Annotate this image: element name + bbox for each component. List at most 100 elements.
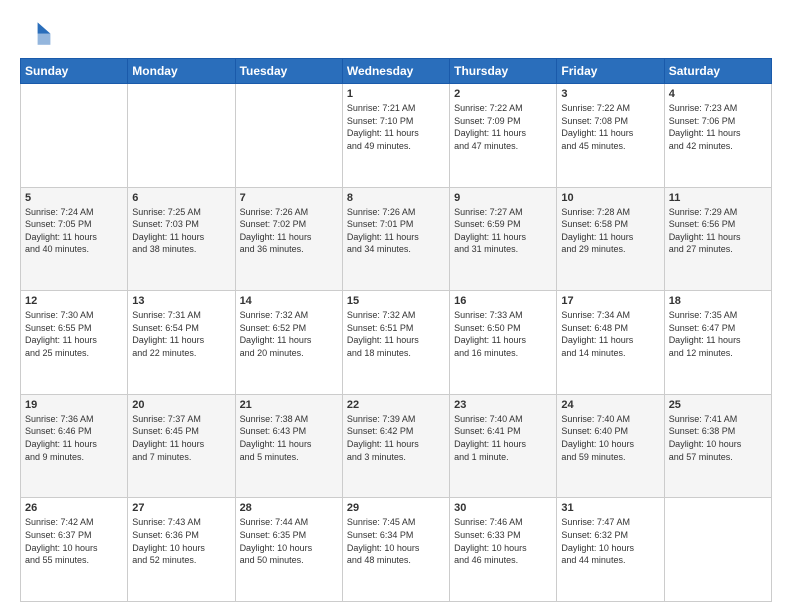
day-info: Sunrise: 7:22 AM Sunset: 7:08 PM Dayligh… [561,102,659,152]
day-number: 28 [240,502,338,514]
day-header-wednesday: Wednesday [342,59,449,84]
calendar-cell: 1Sunrise: 7:21 AM Sunset: 7:10 PM Daylig… [342,84,449,188]
calendar-week-3: 12 Sunrise: 7:30 AM Sunset: 6:55 PM Dayli… [21,291,772,395]
calendar-week-1: 1Sunrise: 7:21 AM Sunset: 7:10 PM Daylig… [21,84,772,188]
calendar-cell: 26Sunrise: 7:42 AM Sunset: 6:37 PM Dayli… [21,498,128,602]
day-info: Sunrise: 7:36 AM Sunset: 6:46 PM Dayligh… [25,413,123,463]
calendar-cell: 13Sunrise: 7:31 AM Sunset: 6:54 PM Dayli… [128,291,235,395]
day-info: Sunrise: 7:34 AM Sunset: 6:48 PM Dayligh… [561,309,659,359]
calendar-cell: 11 Sunrise: 7:29 AM Sunset: 6:56 PM Dayli… [664,187,771,291]
day-number: 12 [25,295,123,307]
calendar-cell: 27 Sunrise: 7:43 AM Sunset: 6:36 PM Dayli… [128,498,235,602]
day-number: 14 [240,295,338,307]
calendar-cell: 10 Sunrise: 7:28 AM Sunset: 6:58 PM Dayli… [557,187,664,291]
day-header-thursday: Thursday [450,59,557,84]
day-info: Sunrise: 7:35 AM Sunset: 6:47 PM Dayligh… [669,309,767,359]
calendar-cell [128,84,235,188]
day-info: Sunrise: 7:38 AM Sunset: 6:43 PM Dayligh… [240,413,338,463]
calendar-cell: 19 Sunrise: 7:36 AM Sunset: 6:46 PM Dayli… [21,394,128,498]
day-info: Sunrise: 7:41 AM Sunset: 6:38 PM Dayligh… [669,413,767,463]
day-info: Sunrise: 7:30 AM Sunset: 6:55 PM Dayligh… [25,309,123,359]
day-number: 20 [132,399,230,411]
day-info: Sunrise: 7:45 AM Sunset: 6:34 PM Dayligh… [347,516,445,566]
calendar-cell: 24 Sunrise: 7:40 AM Sunset: 6:40 PM Dayli… [557,394,664,498]
day-info: Sunrise: 7:42 AM Sunset: 6:37 PM Dayligh… [25,516,123,566]
calendar-cell: 12 Sunrise: 7:30 AM Sunset: 6:55 PM Dayli… [21,291,128,395]
day-number: 3 [561,88,659,100]
day-number: 2 [454,88,552,100]
day-number: 18 [669,295,767,307]
day-number: 9 [454,192,552,204]
header [20,16,772,48]
day-info: Sunrise: 7:37 AM Sunset: 6:45 PM Dayligh… [132,413,230,463]
day-number: 10 [561,192,659,204]
calendar-cell: 17 Sunrise: 7:34 AM Sunset: 6:48 PM Dayli… [557,291,664,395]
day-info: Sunrise: 7:25 AM Sunset: 7:03 PM Dayligh… [132,206,230,256]
day-number: 21 [240,399,338,411]
calendar-cell: 23 Sunrise: 7:40 AM Sunset: 6:41 PM Dayli… [450,394,557,498]
day-info: Sunrise: 7:44 AM Sunset: 6:35 PM Dayligh… [240,516,338,566]
day-number: 8 [347,192,445,204]
day-number: 29 [347,502,445,514]
calendar-cell: 29 Sunrise: 7:45 AM Sunset: 6:34 PM Dayli… [342,498,449,602]
day-number: 16 [454,295,552,307]
day-header-friday: Friday [557,59,664,84]
day-info: Sunrise: 7:40 AM Sunset: 6:41 PM Dayligh… [454,413,552,463]
day-number: 27 [132,502,230,514]
day-info: Sunrise: 7:43 AM Sunset: 6:36 PM Dayligh… [132,516,230,566]
day-number: 23 [454,399,552,411]
day-number: 7 [240,192,338,204]
day-number: 24 [561,399,659,411]
calendar-cell [664,498,771,602]
day-info: Sunrise: 7:33 AM Sunset: 6:50 PM Dayligh… [454,309,552,359]
calendar-table: SundayMondayTuesdayWednesdayThursdayFrid… [20,58,772,602]
calendar-cell: 30 Sunrise: 7:46 AM Sunset: 6:33 PM Dayli… [450,498,557,602]
day-info: Sunrise: 7:31 AM Sunset: 6:54 PM Dayligh… [132,309,230,359]
calendar-cell [235,84,342,188]
day-header-sunday: Sunday [21,59,128,84]
page: SundayMondayTuesdayWednesdayThursdayFrid… [0,0,792,612]
day-header-tuesday: Tuesday [235,59,342,84]
calendar-cell: 31 Sunrise: 7:47 AM Sunset: 6:32 PM Dayli… [557,498,664,602]
calendar-cell: 20 Sunrise: 7:37 AM Sunset: 6:45 PM Dayli… [128,394,235,498]
day-info: Sunrise: 7:26 AM Sunset: 7:01 PM Dayligh… [347,206,445,256]
day-number: 22 [347,399,445,411]
day-info: Sunrise: 7:40 AM Sunset: 6:40 PM Dayligh… [561,413,659,463]
day-info: Sunrise: 7:23 AM Sunset: 7:06 PM Dayligh… [669,102,767,152]
day-number: 25 [669,399,767,411]
day-info: Sunrise: 7:22 AM Sunset: 7:09 PM Dayligh… [454,102,552,152]
calendar-cell: 21 Sunrise: 7:38 AM Sunset: 6:43 PM Dayli… [235,394,342,498]
day-number: 17 [561,295,659,307]
day-number: 11 [669,192,767,204]
day-number: 6 [132,192,230,204]
day-info: Sunrise: 7:28 AM Sunset: 6:58 PM Dayligh… [561,206,659,256]
calendar-cell: 22Sunrise: 7:39 AM Sunset: 6:42 PM Dayli… [342,394,449,498]
calendar-week-5: 26Sunrise: 7:42 AM Sunset: 6:37 PM Dayli… [21,498,772,602]
calendar-cell: 16 Sunrise: 7:33 AM Sunset: 6:50 PM Dayli… [450,291,557,395]
logo [20,16,56,48]
calendar-cell [21,84,128,188]
calendar-cell: 6 Sunrise: 7:25 AM Sunset: 7:03 PM Daylig… [128,187,235,291]
day-info: Sunrise: 7:32 AM Sunset: 6:52 PM Dayligh… [240,309,338,359]
day-number: 31 [561,502,659,514]
day-info: Sunrise: 7:27 AM Sunset: 6:59 PM Dayligh… [454,206,552,256]
day-number: 19 [25,399,123,411]
day-info: Sunrise: 7:29 AM Sunset: 6:56 PM Dayligh… [669,206,767,256]
day-header-monday: Monday [128,59,235,84]
calendar-cell: 5Sunrise: 7:24 AM Sunset: 7:05 PM Daylig… [21,187,128,291]
calendar-week-4: 19 Sunrise: 7:36 AM Sunset: 6:46 PM Dayli… [21,394,772,498]
calendar-cell: 2 Sunrise: 7:22 AM Sunset: 7:09 PM Daylig… [450,84,557,188]
day-info: Sunrise: 7:46 AM Sunset: 6:33 PM Dayligh… [454,516,552,566]
calendar-cell: 28 Sunrise: 7:44 AM Sunset: 6:35 PM Dayli… [235,498,342,602]
day-info: Sunrise: 7:47 AM Sunset: 6:32 PM Dayligh… [561,516,659,566]
calendar-cell: 7Sunrise: 7:26 AM Sunset: 7:02 PM Daylig… [235,187,342,291]
calendar-cell: 18 Sunrise: 7:35 AM Sunset: 6:47 PM Dayli… [664,291,771,395]
day-info: Sunrise: 7:32 AM Sunset: 6:51 PM Dayligh… [347,309,445,359]
calendar-cell: 25 Sunrise: 7:41 AM Sunset: 6:38 PM Dayli… [664,394,771,498]
day-info: Sunrise: 7:21 AM Sunset: 7:10 PM Dayligh… [347,102,445,152]
calendar-cell: 3 Sunrise: 7:22 AM Sunset: 7:08 PM Daylig… [557,84,664,188]
day-number: 30 [454,502,552,514]
logo-icon [20,16,52,48]
day-number: 5 [25,192,123,204]
calendar-cell: 8 Sunrise: 7:26 AM Sunset: 7:01 PM Daylig… [342,187,449,291]
